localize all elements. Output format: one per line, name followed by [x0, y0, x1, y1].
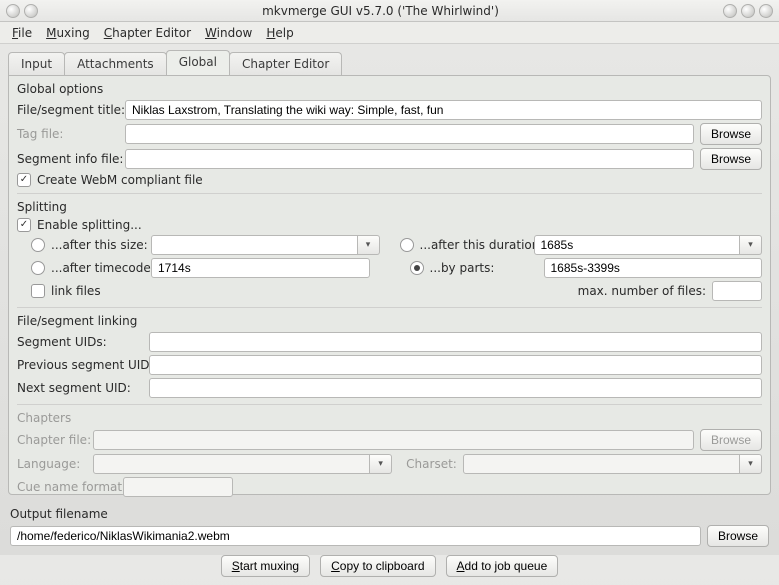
input-after-timecodes[interactable]: [151, 258, 370, 278]
bottom-area: Output filename Browse Start muxing Copy…: [0, 503, 779, 585]
label-create-webm: Create WebM compliant file: [37, 173, 203, 187]
window-shade-icon[interactable]: [24, 4, 38, 18]
input-after-duration[interactable]: [534, 235, 741, 255]
close-icon[interactable]: [759, 4, 773, 18]
browse-output-button[interactable]: Browse: [707, 525, 769, 547]
heading-chapters: Chapters: [17, 411, 762, 425]
window-title: mkvmerge GUI v5.7.0 ('The Whirlwind'): [38, 4, 723, 18]
input-max-number-files[interactable]: [712, 281, 762, 301]
input-cue-name-format: [123, 477, 233, 497]
label-cue-name-format: Cue name format:: [17, 480, 117, 494]
browse-chapter-file-button: Browse: [700, 429, 762, 451]
menu-help[interactable]: Help: [260, 24, 299, 42]
input-language: [93, 454, 370, 474]
input-tag-file[interactable]: [125, 124, 694, 144]
label-segment-info-file: Segment info file:: [17, 152, 119, 166]
titlebar: mkvmerge GUI v5.7.0 ('The Whirlwind'): [0, 0, 779, 22]
menu-muxing[interactable]: Muxing: [40, 24, 96, 42]
heading-splitting: Splitting: [17, 200, 762, 214]
group-linking: File/segment linking Segment UIDs: Previ…: [17, 314, 762, 398]
label-link-files: link files: [51, 284, 101, 298]
input-file-segment-title[interactable]: [125, 100, 762, 120]
checkbox-enable-splitting[interactable]: [17, 218, 31, 232]
label-tag-file: Tag file:: [17, 127, 119, 141]
input-previous-segment-uid[interactable]: [149, 355, 762, 375]
dropdown-after-size-icon[interactable]: ▾: [358, 235, 380, 255]
label-after-duration: ...after this duration:: [420, 238, 528, 252]
input-segment-uids[interactable]: [149, 332, 762, 352]
group-splitting: Splitting Enable splitting... ...after t…: [17, 200, 762, 301]
maximize-icon[interactable]: [741, 4, 755, 18]
input-segment-info-file[interactable]: [125, 149, 694, 169]
label-chapter-file: Chapter file:: [17, 433, 87, 447]
heading-linking: File/segment linking: [17, 314, 762, 328]
tab-attachments[interactable]: Attachments: [64, 52, 167, 76]
input-output-filename[interactable]: [10, 526, 701, 546]
dropdown-after-duration-icon[interactable]: ▾: [740, 235, 762, 255]
radio-after-duration[interactable]: [400, 238, 414, 252]
minimize-icon[interactable]: [723, 4, 737, 18]
menu-window[interactable]: Window: [199, 24, 258, 42]
menu-file[interactable]: File: [6, 24, 38, 42]
tab-input[interactable]: Input: [8, 52, 65, 76]
tab-chapter-editor[interactable]: Chapter Editor: [229, 52, 342, 76]
copy-to-clipboard-button[interactable]: Copy to clipboard: [320, 555, 435, 577]
tabstrip: Input Attachments Global Chapter Editor: [0, 44, 779, 75]
heading-output-filename: Output filename: [10, 507, 769, 521]
window-menu-icon[interactable]: [6, 4, 20, 18]
checkbox-link-files[interactable]: [31, 284, 45, 298]
label-previous-segment-uid: Previous segment UID:: [17, 358, 143, 372]
group-global-options: Global options File/segment title: Tag f…: [17, 82, 762, 187]
label-after-timecodes: ...after timecodes:: [51, 261, 145, 275]
browse-tag-file-button[interactable]: Browse: [700, 123, 762, 145]
label-language: Language:: [17, 457, 87, 471]
tab-page-global: Global options File/segment title: Tag f…: [8, 75, 771, 495]
label-max-number-files: max. number of files:: [578, 284, 706, 298]
radio-by-parts[interactable]: [410, 261, 424, 275]
radio-after-size[interactable]: [31, 238, 45, 252]
heading-global-options: Global options: [17, 82, 762, 96]
label-after-size: ...after this size:: [51, 238, 145, 252]
checkbox-create-webm[interactable]: [17, 173, 31, 187]
add-to-job-queue-button[interactable]: Add to job queue: [446, 555, 559, 577]
label-enable-splitting: Enable splitting...: [37, 218, 142, 232]
label-by-parts: ...by parts:: [430, 261, 538, 275]
radio-after-timecodes[interactable]: [31, 261, 45, 275]
group-chapters: Chapters Chapter file: Browse Language: …: [17, 411, 762, 497]
dropdown-charset-icon: ▾: [740, 454, 762, 474]
input-chapter-file: [93, 430, 694, 450]
start-muxing-button[interactable]: Start muxing: [221, 555, 310, 577]
tab-global[interactable]: Global: [166, 50, 230, 75]
label-segment-uids: Segment UIDs:: [17, 335, 143, 349]
menu-chapter-editor[interactable]: Chapter Editor: [98, 24, 197, 42]
label-next-segment-uid: Next segment UID:: [17, 381, 143, 395]
input-next-segment-uid[interactable]: [149, 378, 762, 398]
label-charset: Charset:: [406, 457, 457, 471]
label-file-segment-title: File/segment title:: [17, 103, 119, 117]
input-after-size[interactable]: [151, 235, 358, 255]
input-by-parts[interactable]: [544, 258, 763, 278]
input-charset: [463, 454, 740, 474]
dropdown-language-icon: ▾: [370, 454, 392, 474]
browse-segment-info-button[interactable]: Browse: [700, 148, 762, 170]
menubar: File Muxing Chapter Editor Window Help: [0, 22, 779, 44]
